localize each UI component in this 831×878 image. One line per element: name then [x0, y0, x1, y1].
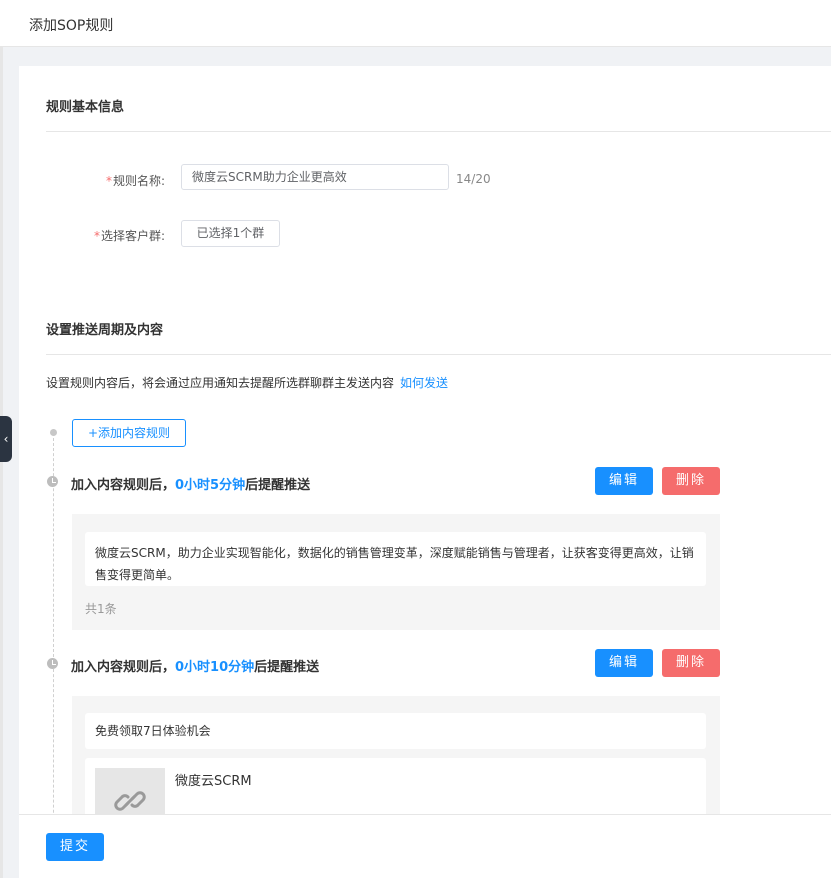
collapse-handle[interactable]: ‹: [0, 416, 12, 462]
rule-name-counter: 14/20: [456, 172, 491, 186]
rule-heading: 加入内容规则后，0小时5分钟后提醒推送: [71, 478, 311, 493]
edit-button[interactable]: 编辑: [595, 649, 653, 677]
link-icon: [114, 791, 146, 811]
how-to-send-link[interactable]: 如何发送: [400, 376, 448, 390]
top-header: 添加SOP规则: [0, 0, 831, 47]
section-title-basic: 规则基本信息: [46, 100, 125, 115]
text-message: 微度云SCRM，助力企业实现智能化，数据化的销售管理变革，深度赋能销售与管理者，…: [85, 532, 706, 586]
customer-group-label: *选择客户群:: [93, 229, 165, 243]
required-mark: *: [93, 229, 100, 243]
rule-heading: 加入内容规则后，0小时10分钟后提醒推送: [71, 660, 320, 675]
section-title-push: 设置推送周期及内容: [46, 323, 164, 338]
divider: [46, 131, 831, 132]
rule-content-box: 微度云SCRM，助力企业实现智能化，数据化的销售管理变革，深度赋能销售与管理者，…: [72, 514, 720, 630]
chevron-left-icon: ‹: [3, 432, 9, 446]
select-group-button[interactable]: 已选择1个群: [181, 220, 280, 247]
submit-button[interactable]: 提交: [46, 833, 104, 861]
timeline-dot: [50, 429, 57, 436]
form-card: 规则基本信息 *规则名称: 微度云SCRM助力企业更高效 14/20 *选择客户…: [19, 66, 831, 878]
footer-bar: 提交: [19, 814, 831, 878]
clock-icon: [47, 658, 58, 669]
delete-button[interactable]: 删除: [662, 467, 720, 495]
page-title: 添加SOP规则: [29, 18, 114, 34]
rule-name-input[interactable]: 微度云SCRM助力企业更高效: [181, 164, 449, 190]
edit-button[interactable]: 编辑: [595, 467, 653, 495]
delete-button[interactable]: 删除: [662, 649, 720, 677]
text-message: 免费领取7日体验机会: [85, 713, 706, 749]
rule-name-label: *规则名称:: [105, 174, 165, 188]
push-description: 设置规则内容后，将会通过应用通知去提醒所选群聊群主发送内容 如何发送: [46, 376, 449, 390]
divider: [46, 354, 831, 355]
required-mark: *: [105, 174, 112, 188]
add-content-rule-button[interactable]: +添加内容规则: [72, 419, 186, 447]
link-title: 微度云SCRM: [175, 774, 252, 789]
message-count: 共1条: [85, 602, 117, 616]
clock-icon: [47, 476, 58, 487]
left-edge-border: [0, 47, 3, 878]
